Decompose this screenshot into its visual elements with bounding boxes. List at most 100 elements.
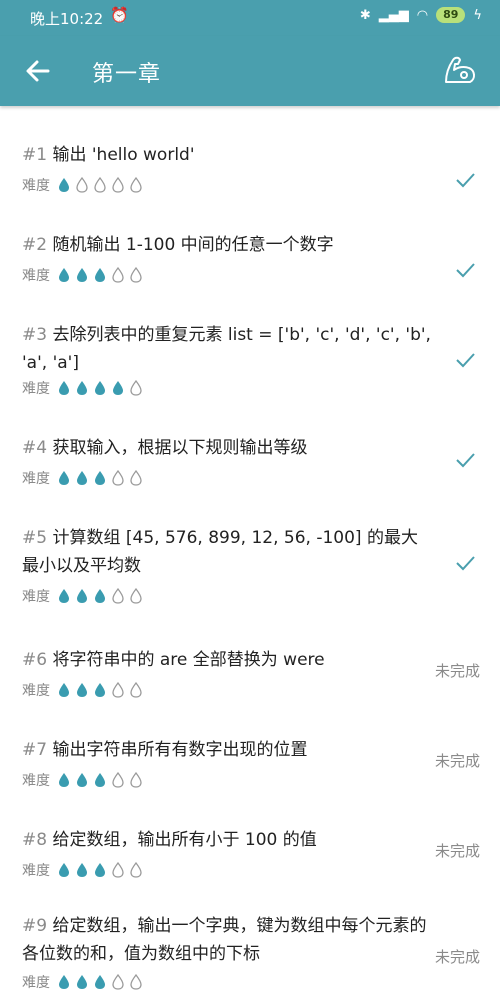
question-text: 去除列表中的重复元素 list = ['b', 'c', 'd', 'c', '…: [22, 325, 431, 373]
question-number: #7: [22, 740, 53, 760]
water-drop-filled-icon: [77, 381, 87, 395]
water-drop-filled-icon: [59, 178, 69, 192]
question-title: #3 去除列表中的重复元素 list = ['b', 'c', 'd', 'c'…: [22, 321, 432, 377]
checkmark-icon: [456, 353, 475, 368]
difficulty-label: 难度: [22, 773, 50, 789]
question-item[interactable]: #8 给定数组，输出所有小于 100 的值 难度 未完成: [0, 816, 500, 906]
water-drop-filled-icon: [59, 589, 69, 603]
question-number: #3: [22, 325, 53, 345]
status-incomplete-label: 未完成: [434, 752, 480, 770]
question-number: #8: [22, 830, 53, 850]
water-drop-empty-icon: [112, 682, 124, 698]
question-title: #5 计算数组 [45, 576, 899, 12, 56, -100] 的最大…: [22, 524, 432, 580]
difficulty-rating: 难度: [22, 770, 148, 790]
question-title: #1 输出 'hello world': [22, 141, 432, 169]
water-drop-empty-icon: [112, 177, 124, 193]
difficulty-label: 难度: [22, 863, 50, 879]
question-item[interactable]: #6 将字符串中的 are 全部替换为 were 难度 未完成: [0, 636, 500, 726]
water-drop-empty-icon: [112, 267, 124, 283]
question-item[interactable]: #4 获取输入，根据以下规则输出等级 难度: [0, 424, 500, 514]
water-drop-filled-icon: [95, 975, 105, 989]
status-bar: 晚上10:22 ⏰ ✱ ▂▄▆ ◠ 89 ϟ: [0, 0, 500, 36]
difficulty-rating: 难度: [22, 265, 148, 285]
back-arrow-icon[interactable]: [20, 53, 56, 89]
question-text: 输出 'hello world': [52, 145, 195, 165]
water-drop-filled-icon: [95, 683, 105, 697]
difficulty-label: 难度: [22, 268, 50, 284]
water-drop-empty-icon: [76, 177, 88, 193]
question-text: 计算数组 [45, 576, 899, 12, 56, -100] 的最大最小以…: [22, 528, 418, 576]
difficulty-label: 难度: [22, 381, 50, 397]
question-list: #1 输出 'hello world' 难度 #2 随机输出 1-100 中间的任意…: [0, 106, 500, 1000]
water-drop-filled-icon: [77, 471, 87, 485]
wifi-icon: ◠: [416, 7, 429, 23]
water-drop-empty-icon: [112, 588, 124, 604]
question-item[interactable]: #7 输出字符串所有有数字出现的位置难度 未完成: [0, 726, 500, 816]
difficulty-label: 难度: [22, 471, 50, 487]
status-incomplete-label: 未完成: [434, 842, 480, 860]
water-drop-empty-icon: [112, 862, 124, 878]
water-drop-empty-icon: [130, 682, 142, 698]
water-drop-filled-icon: [95, 773, 105, 787]
water-drop-filled-icon: [59, 683, 69, 697]
difficulty-label: 难度: [22, 975, 50, 991]
status-icons: ✱ ▂▄▆ ◠ 89 ϟ: [360, 7, 482, 23]
difficulty-rating: 难度: [22, 468, 148, 488]
difficulty-rating: 难度: [22, 378, 148, 398]
question-title: #6 将字符串中的 are 全部替换为 were: [22, 646, 432, 674]
water-drop-filled-icon: [59, 975, 69, 989]
water-drop-filled-icon: [77, 683, 87, 697]
question-text: 给定数组，输出一个字典，键为数组中每个元素的各位数的和，值为数组中的下标: [22, 916, 427, 964]
water-drop-filled-icon: [77, 863, 87, 877]
question-item[interactable]: #5 计算数组 [45, 576, 899, 12, 56, -100] 的最大…: [0, 514, 500, 606]
status-time: 晚上10:22: [30, 10, 104, 28]
difficulty-rating: 难度: [22, 175, 148, 195]
question-number: #6: [22, 650, 53, 670]
question-number: #9: [22, 916, 53, 936]
question-item[interactable]: #9 给定数组，输出一个字典，键为数组中每个元素的各位数的和，值为数组中的下标难…: [0, 906, 500, 996]
checkmark-icon: [456, 556, 475, 571]
water-drop-filled-icon: [95, 381, 105, 395]
water-drop-filled-icon: [77, 268, 87, 282]
water-drop-empty-icon: [130, 177, 142, 193]
checkmark-icon: [456, 453, 475, 468]
water-drop-filled-icon: [77, 773, 87, 787]
water-drop-filled-icon: [59, 863, 69, 877]
difficulty-rating: 难度: [22, 860, 148, 880]
question-number: #4: [22, 438, 53, 458]
question-item[interactable]: #3 去除列表中的重复元素 list = ['b', 'c', 'd', 'c'…: [0, 311, 500, 401]
question-text: 获取输入，根据以下规则输出等级: [52, 438, 308, 458]
question-text: 给定数组，输出所有小于 100 的值: [52, 830, 317, 850]
question-title: #8 给定数组，输出所有小于 100 的值: [22, 826, 432, 854]
water-drop-filled-icon: [77, 975, 87, 989]
flexed-arm-icon[interactable]: [442, 52, 478, 88]
water-drop-empty-icon: [112, 974, 124, 990]
battery-level: 89: [436, 7, 466, 23]
question-title: #7 输出字符串所有有数字出现的位置: [22, 736, 432, 764]
water-drop-empty-icon: [130, 380, 142, 396]
checkmark-icon: [456, 173, 475, 188]
question-item[interactable]: #1 输出 'hello world' 难度: [0, 131, 500, 221]
water-drop-empty-icon: [112, 772, 124, 788]
water-drop-empty-icon: [130, 772, 142, 788]
water-drop-empty-icon: [130, 470, 142, 486]
water-drop-empty-icon: [130, 588, 142, 604]
water-drop-empty-icon: [130, 974, 142, 990]
water-drop-empty-icon: [130, 862, 142, 878]
question-item[interactable]: #2 随机输出 1-100 中间的任意一个数字 难度: [0, 221, 500, 311]
page-title: 第一章: [92, 62, 162, 87]
difficulty-label: 难度: [22, 178, 50, 194]
question-text: 随机输出 1-100 中间的任意一个数字: [52, 235, 334, 255]
difficulty-label: 难度: [22, 589, 50, 605]
water-drop-filled-icon: [95, 268, 105, 282]
question-text: 将字符串中的 are 全部替换为 were: [52, 650, 325, 670]
bluetooth-icon: ✱: [359, 7, 371, 23]
difficulty-rating: 难度: [22, 972, 148, 992]
difficulty-rating: 难度: [22, 586, 148, 606]
question-number: #2: [22, 235, 53, 255]
signal-icon: ▂▄▆: [378, 7, 409, 23]
app-bar: 第一章: [0, 36, 500, 106]
water-drop-filled-icon: [59, 471, 69, 485]
question-title: #2 随机输出 1-100 中间的任意一个数字: [22, 231, 432, 259]
alarm-icon: ⏰: [110, 6, 129, 24]
